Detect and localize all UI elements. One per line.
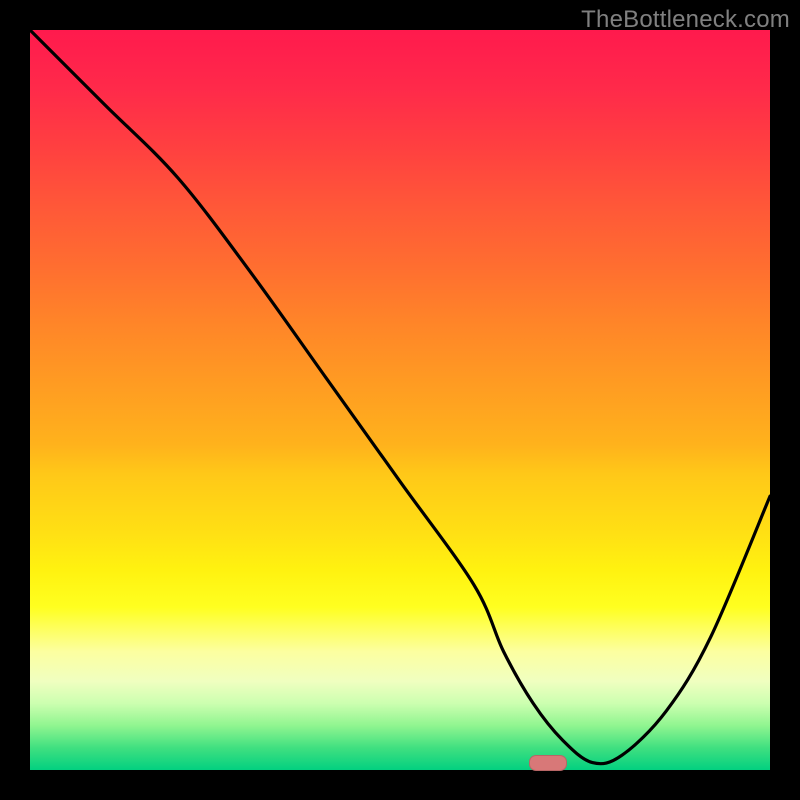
chart-frame: TheBottleneck.com	[0, 0, 800, 800]
bottleneck-curve	[30, 30, 770, 770]
watermark-text: TheBottleneck.com	[581, 6, 790, 34]
plot-area	[30, 30, 770, 770]
optimal-marker	[529, 755, 567, 771]
